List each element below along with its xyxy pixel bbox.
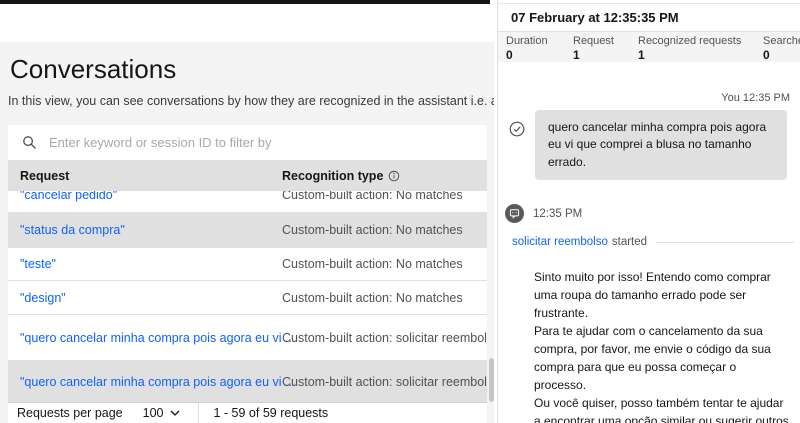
per-page-select[interactable]: 100 <box>143 406 180 420</box>
request-link[interactable]: "teste" <box>20 257 56 271</box>
table-row[interactable]: "quero cancelar minha compra pois agora … <box>8 315 487 361</box>
page-scrollbar[interactable] <box>489 358 494 402</box>
drawer-title: 07 February at 12:35:35 PM <box>498 3 800 32</box>
table-row-selected[interactable]: "quero cancelar minha compra pois agora … <box>8 361 487 402</box>
action-started-row: solicitar reembolso started <box>512 236 794 248</box>
recognition-cell: Custom-built action: solicitar reembolso <box>282 331 487 345</box>
table-row[interactable]: "status da compra" Custom-built action: … <box>8 213 487 248</box>
request-link[interactable]: "cancelar pedido" <box>20 191 117 202</box>
user-message-meta: You 12:35 PM <box>498 92 800 104</box>
action-suffix: started <box>612 236 647 248</box>
pagination-bar: Requests per page 100 1 - 59 of 59 reque… <box>8 402 487 423</box>
assistant-paragraph: Para te ajudar com o cancelamento da sua… <box>534 322 790 394</box>
table-row[interactable]: "cancelar pedido" Custom-built action: N… <box>8 191 487 213</box>
per-page-label: Requests per page <box>17 406 123 420</box>
table-row[interactable]: "design" Custom-built action: No matches <box>8 281 487 315</box>
chevron-down-icon <box>170 410 180 416</box>
request-link[interactable]: "status da compra" <box>20 223 125 237</box>
table-row[interactable]: "teste" Custom-built action: No matches <box>8 248 487 281</box>
assistant-avatar-icon <box>505 204 524 223</box>
stat-recognized-requests: Recognized requests 1 <box>638 35 741 62</box>
check-circle-icon <box>509 121 525 137</box>
user-message-row: quero cancelar minha compra pois agora e… <box>509 110 790 180</box>
action-link[interactable]: solicitar reembolso <box>512 236 608 248</box>
column-header-recognition-type[interactable]: Recognition type <box>282 169 487 183</box>
page-description: In this view, you can see conversations … <box>8 94 494 108</box>
pagination-divider <box>198 403 199 423</box>
filter-bar <box>8 125 487 161</box>
search-input[interactable] <box>49 135 449 150</box>
table-header: Request Recognition type <box>8 161 487 191</box>
per-page-value: 100 <box>143 406 164 420</box>
request-link[interactable]: "quero cancelar minha compra pois agora … <box>20 375 295 389</box>
recognition-cell: Custom-built action: No matches <box>282 257 463 271</box>
column-header-request[interactable]: Request <box>8 169 282 183</box>
assistant-message-text: Sinto muito por isso! Entendo como compr… <box>534 268 790 423</box>
conversations-table: Request Recognition type "cancelar pedid… <box>8 125 487 423</box>
conversations-page: Conversations In this view, you can see … <box>0 42 494 423</box>
page-title: Conversations <box>10 54 176 85</box>
recognition-cell: Custom-built action: No matches <box>282 191 463 202</box>
pagination-range: 1 - 59 of 59 requests <box>214 406 329 420</box>
recognition-cell: Custom-built action: No matches <box>282 291 463 305</box>
conversation-transcript: You 12:35 PM quero cancelar minha compra… <box>498 92 800 423</box>
action-divider-line <box>656 242 794 243</box>
recognition-cell: Custom-built action: solicitar reembolso <box>282 375 487 389</box>
assistant-timestamp: 12:35 PM <box>533 208 582 220</box>
top-banner-bar <box>0 0 490 4</box>
request-link[interactable]: "quero cancelar minha compra pois agora … <box>20 331 295 345</box>
assistant-turn-header: 12:35 PM <box>505 204 800 223</box>
stat-duration: Duration 0 <box>506 35 548 62</box>
conversation-stats: Duration 0 Request 1 Recognized requests… <box>498 32 800 62</box>
stat-request: Request 1 <box>573 35 614 62</box>
request-link[interactable]: "design" <box>20 291 66 305</box>
info-icon[interactable] <box>388 170 400 182</box>
user-message-bubble[interactable]: quero cancelar minha compra pois agora e… <box>535 110 787 180</box>
stat-searches: Searches 0 <box>763 35 800 62</box>
assistant-paragraph: Sinto muito por isso! Entendo como compr… <box>534 268 790 322</box>
conversation-detail-drawer: 07 February at 12:35:35 PM Duration 0 Re… <box>497 0 800 423</box>
assistant-paragraph: Ou você quiser, posso também tentar te a… <box>534 394 790 423</box>
search-icon <box>22 135 37 150</box>
recognition-cell: Custom-built action: No matches <box>282 223 463 237</box>
